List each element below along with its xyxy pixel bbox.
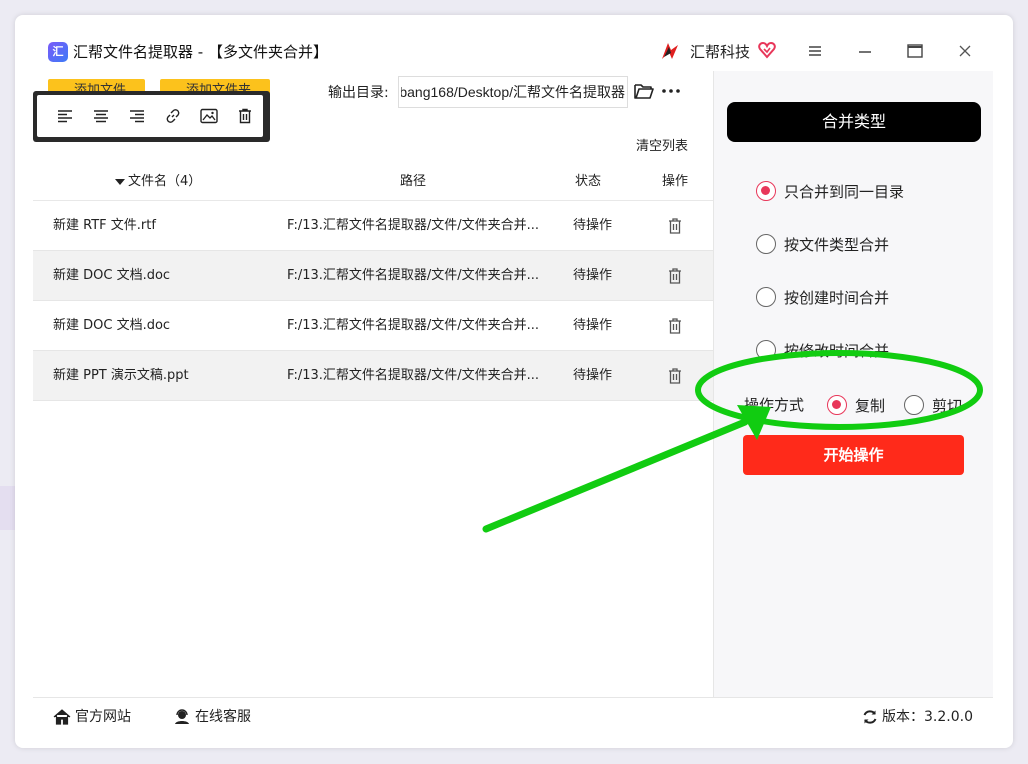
delete-row-icon[interactable] bbox=[667, 317, 683, 335]
file-status-cell: 待操作 bbox=[573, 218, 613, 233]
trash-icon bbox=[239, 108, 251, 124]
merge-option-label: 按文件类型合并 bbox=[784, 235, 890, 254]
refresh-icon bbox=[863, 710, 877, 724]
table-row[interactable]: 新建 DOC 文档.doc F:/13.汇帮文件名提取器/文件/文件夹合并...… bbox=[33, 251, 713, 301]
op-option-copy[interactable]: 复制 bbox=[827, 393, 885, 417]
file-status-cell: 待操作 bbox=[573, 368, 613, 383]
radio-unchecked-icon bbox=[756, 287, 776, 307]
table-row[interactable]: 新建 DOC 文档.doc F:/13.汇帮文件名提取器/文件/文件夹合并...… bbox=[33, 301, 713, 351]
status-bar: 官方网站 在线客服 版本：3.2.0.0 bbox=[33, 697, 993, 733]
file-name-cell: 新建 DOC 文档.doc bbox=[53, 318, 171, 333]
file-path-cell: F:/13.汇帮文件名提取器/文件/文件夹合并... bbox=[287, 368, 540, 383]
merge-option-label: 按创建时间合并 bbox=[784, 288, 890, 307]
align-right-button[interactable] bbox=[119, 98, 155, 134]
file-name-cell: 新建 RTF 文件.rtf bbox=[53, 218, 156, 233]
brand-logo-icon bbox=[662, 43, 678, 59]
folder-open-icon bbox=[634, 84, 654, 99]
clear-list-button[interactable]: 清空列表 bbox=[636, 135, 688, 154]
merge-option-by-type[interactable]: 按文件类型合并 bbox=[756, 232, 889, 256]
insert-image-button[interactable] bbox=[191, 98, 227, 134]
op-option-label: 复制 bbox=[855, 396, 886, 415]
merge-type-title: 合并类型 bbox=[727, 102, 981, 142]
browse-folder-button[interactable] bbox=[633, 81, 657, 103]
radio-unchecked-icon bbox=[904, 395, 924, 415]
official-website-label: 官方网站 bbox=[75, 709, 131, 725]
settings-panel: 合并类型 只合并到同一目录 按文件类型合并 按创建时间合并 按修改时间合并 操作… bbox=[713, 71, 993, 697]
version-info[interactable]: 版本：3.2.0.0 bbox=[862, 708, 973, 726]
more-options-button[interactable] bbox=[661, 81, 685, 103]
op-option-label: 剪切 bbox=[932, 396, 963, 415]
file-list-pane: 添加文件 添加文件夹 bbox=[33, 71, 713, 697]
radio-checked-icon bbox=[827, 395, 847, 415]
hamburger-icon bbox=[809, 46, 821, 56]
headset-icon bbox=[175, 709, 189, 724]
file-path-cell: F:/13.汇帮文件名提取器/文件/文件夹合并... bbox=[287, 318, 540, 333]
merge-option-by-modified[interactable]: 按修改时间合并 bbox=[756, 338, 889, 362]
align-left-button[interactable] bbox=[47, 98, 83, 134]
online-support-label: 在线客服 bbox=[195, 709, 251, 725]
more-dots-icon bbox=[662, 89, 680, 93]
table-row[interactable]: 新建 RTF 文件.rtf F:/13.汇帮文件名提取器/文件/文件夹合并...… bbox=[33, 201, 713, 251]
align-right-icon bbox=[130, 110, 144, 123]
op-option-cut[interactable]: 剪切 bbox=[904, 393, 962, 417]
title-bar: 汇 汇帮文件名提取器 - 【多文件夹合并】 汇帮科技 bbox=[15, 15, 1013, 71]
brand-name: 汇帮科技 bbox=[690, 43, 751, 61]
file-name-cell: 新建 DOC 文档.doc bbox=[53, 268, 171, 283]
sort-down-icon bbox=[115, 179, 125, 185]
app-logo-icon: 汇 bbox=[48, 42, 68, 62]
file-path-cell: F:/13.汇帮文件名提取器/文件/文件夹合并... bbox=[287, 268, 540, 283]
column-header-name-label: 文件名（4） bbox=[128, 174, 202, 189]
merge-option-by-created[interactable]: 按创建时间合并 bbox=[756, 285, 889, 309]
align-left-icon bbox=[58, 110, 72, 123]
merge-option-label: 只合并到同一目录 bbox=[784, 182, 905, 201]
align-center-button[interactable] bbox=[83, 98, 119, 134]
image-icon bbox=[200, 108, 218, 124]
format-toolbar-panel bbox=[37, 95, 263, 137]
file-name-cell: 新建 PPT 演示文稿.ppt bbox=[53, 368, 189, 383]
align-center-icon bbox=[94, 110, 108, 123]
column-header-path: 路径 bbox=[400, 174, 427, 189]
minimize-icon bbox=[859, 51, 871, 53]
merge-option-same-dir[interactable]: 只合并到同一目录 bbox=[756, 179, 904, 203]
app-window: 汇 汇帮文件名提取器 - 【多文件夹合并】 汇帮科技 添加文件 添加文件夹 bbox=[15, 15, 1013, 748]
menu-button[interactable] bbox=[801, 39, 829, 63]
start-operation-button[interactable]: 开始操作 bbox=[743, 435, 964, 475]
home-icon bbox=[53, 709, 71, 725]
maximize-button[interactable] bbox=[901, 39, 929, 63]
output-dir-label: 输出目录: bbox=[328, 85, 389, 101]
file-status-cell: 待操作 bbox=[573, 318, 613, 333]
official-website-link[interactable]: 官方网站 bbox=[53, 708, 131, 726]
online-support-link[interactable]: 在线客服 bbox=[173, 708, 251, 726]
delete-row-icon[interactable] bbox=[667, 267, 683, 285]
minimize-button[interactable] bbox=[851, 39, 879, 63]
close-button[interactable] bbox=[951, 39, 979, 63]
delete-format-button[interactable] bbox=[227, 98, 263, 134]
link-icon bbox=[166, 109, 180, 123]
window-title: 汇帮文件名提取器 - 【多文件夹合并】 bbox=[73, 43, 328, 61]
heart-logo-icon bbox=[758, 41, 776, 59]
table-header: 文件名（4） 路径 状态 操作 bbox=[33, 163, 713, 201]
radio-checked-icon bbox=[756, 181, 776, 201]
radio-unchecked-icon bbox=[756, 340, 776, 360]
table-row[interactable]: 新建 PPT 演示文稿.ppt F:/13.汇帮文件名提取器/文件/文件夹合并.… bbox=[33, 351, 713, 401]
version-label: 版本：3.2.0.0 bbox=[882, 709, 973, 725]
column-header-status: 状态 bbox=[575, 174, 602, 189]
output-dir-input[interactable] bbox=[398, 76, 628, 108]
merge-option-label: 按修改时间合并 bbox=[784, 341, 890, 360]
file-path-cell: F:/13.汇帮文件名提取器/文件/文件夹合并... bbox=[287, 218, 540, 233]
radio-unchecked-icon bbox=[756, 234, 776, 254]
column-header-action: 操作 bbox=[662, 174, 689, 189]
close-icon bbox=[959, 45, 971, 57]
operation-mode-label: 操作方式 bbox=[744, 396, 805, 414]
delete-row-icon[interactable] bbox=[667, 217, 683, 235]
delete-row-icon[interactable] bbox=[667, 367, 683, 385]
format-toolbar bbox=[33, 91, 270, 142]
maximize-icon bbox=[907, 44, 923, 58]
insert-link-button[interactable] bbox=[155, 98, 191, 134]
column-header-name[interactable]: 文件名（4） bbox=[115, 173, 201, 191]
file-status-cell: 待操作 bbox=[573, 268, 613, 283]
